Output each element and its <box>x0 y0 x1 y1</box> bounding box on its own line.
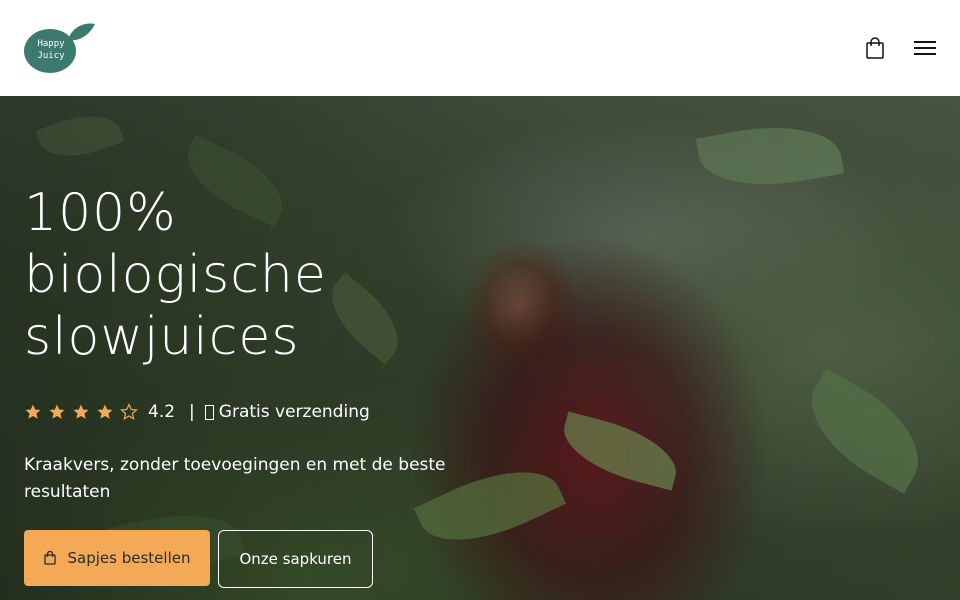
star-empty-icon <box>120 403 138 420</box>
happy-juicy-logo[interactable]: Happy Juicy <box>24 22 96 74</box>
juice-cures-button[interactable]: Onze sapkuren <box>218 530 373 588</box>
rating-value: 4.2 <box>148 402 176 422</box>
hamburger-menu-icon[interactable] <box>914 37 936 59</box>
hero-title-line: 100% <box>24 183 177 243</box>
hero-content: 100% biologische slowjuices 4.2 | Gratis… <box>24 182 504 588</box>
rating-separator: | <box>189 402 195 422</box>
header-actions <box>864 37 936 59</box>
logo-text-line1: Happy <box>37 39 65 49</box>
rating-row: 4.2 | Gratis verzending <box>24 400 504 424</box>
shopping-bag-icon <box>43 551 56 565</box>
shipping-icon <box>204 404 214 420</box>
star-rating <box>24 403 138 421</box>
logo-text: Happy Juicy <box>28 38 74 62</box>
hero-section: 100% biologische slowjuices 4.2 | Gratis… <box>0 96 960 600</box>
juice-cures-label: Onze sapkuren <box>239 550 352 568</box>
site-header: Happy Juicy <box>0 0 960 96</box>
shopping-bag-icon[interactable] <box>864 37 886 59</box>
order-juices-button[interactable]: Sapjes bestellen <box>24 530 210 586</box>
star-filled-icon <box>73 404 89 419</box>
logo-text-line2: Juicy <box>37 51 65 61</box>
shipping-text: Gratis verzending <box>218 402 370 422</box>
hero-buttons: Sapjes bestellen Onze sapkuren <box>24 530 504 588</box>
star-filled-icon <box>25 404 41 419</box>
order-juices-label: Sapjes bestellen <box>67 549 191 567</box>
hero-title-line: biologische <box>24 245 327 305</box>
hero-title: 100% biologische slowjuices <box>24 182 504 368</box>
star-filled-icon <box>97 404 113 419</box>
star-filled-icon <box>49 404 65 419</box>
hero-subtitle: Kraakvers, zonder toevoegingen en met de… <box>24 455 446 502</box>
hero-title-line: slowjuices <box>24 307 300 367</box>
